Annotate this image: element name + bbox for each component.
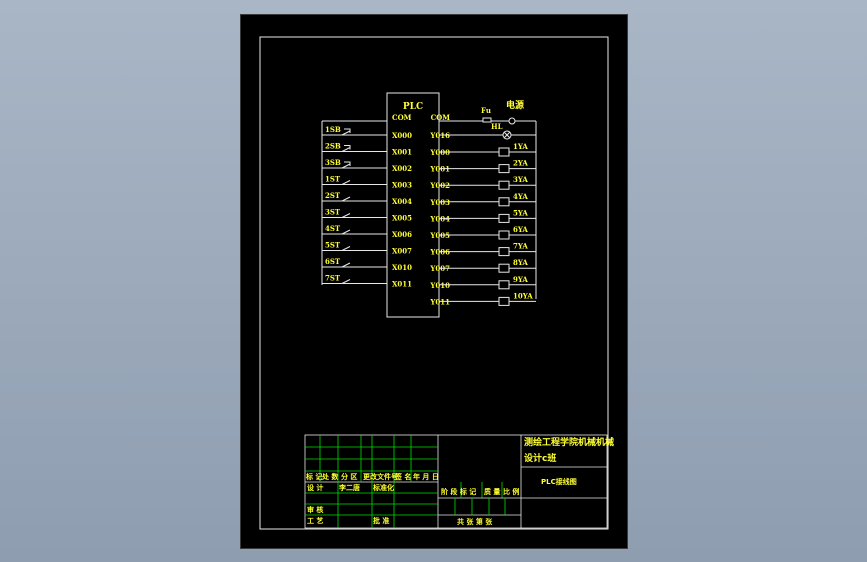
title-block: 测绘工程学院机械机械 设计c班 PLC接线图 标 记 处 数 分 区 更改文件号… [304,434,614,529]
fuse-label: Fu [481,106,491,115]
output-device-label: 1YA [513,142,528,151]
process-label: 工 艺 [307,516,323,525]
output-device-label: 5YA [513,208,528,217]
output-row: 9YA [439,275,536,290]
output-row: 4YA [439,192,536,207]
input-terminal-label: X001 [392,148,412,157]
sheet-info: 共 张 第 张 [457,517,493,526]
design-value: 李二唐 [338,483,360,492]
output-row: 7YA [439,242,536,257]
header-zone: 分 区 [341,472,357,481]
output-row: 8YA [439,258,536,273]
output-device-label: 10YA [513,291,533,300]
input-row: 5ST [322,241,387,251]
solenoid-coil [498,213,510,223]
output-device-label: 6YA [513,225,528,234]
power-label: 电源 [506,99,524,111]
input-terminal-label: X002 [392,164,412,173]
input-terminal-label: X005 [392,214,412,223]
scale-label: 比 例 [503,487,519,496]
solenoid-coil [498,147,510,157]
input-terminal-label: X006 [392,230,412,239]
solenoid-coil [498,164,510,174]
output-device-label: 7YA [513,242,528,251]
input-terminal-label: X004 [392,197,412,206]
title-school: 测绘工程学院机械机械 [524,436,614,448]
header-date: 年 月 日 [413,472,439,481]
input-row: 3SB [322,158,387,169]
solenoid-coil [498,197,510,207]
stage-label: 阶 段 标 记 [441,487,476,496]
input-row: 2ST [322,191,387,202]
input-row: 3ST [322,208,387,218]
plc-input-com: COM [392,113,412,122]
solenoid-coil [498,263,510,273]
solenoid-coil [498,180,510,190]
output-wiring: Fu 电源 HL 1YA 2YA 3YA 4YA 5YA 6YA 7YA 8YA 9YA 10YA [439,99,537,306]
header-count: 处 数 [321,472,339,481]
input-row: 4ST [322,224,387,235]
input-device-label: 3ST [325,208,341,217]
input-device-label: 4ST [325,224,341,233]
output-device-label: 3YA [513,175,528,184]
solenoid-coil [498,247,510,257]
input-device-label: 7ST [325,274,341,283]
design-label: 设 计 [307,483,323,492]
power-terminal [508,117,516,125]
input-terminal-label: X011 [392,280,412,289]
wiring-diagram: 1SB2SB3SB1ST2ST3ST4ST5ST6ST7ST PLC COM C… [259,36,614,530]
input-device-label: 1ST [325,175,341,184]
input-device-label: 3SB [325,158,341,167]
title-course: 设计c班 [524,452,556,464]
output-device-label: 2YA [513,159,528,168]
output-row: 6YA [439,225,536,240]
input-wiring: 1SB 2SB 3SB 1ST 2ST 3ST 4ST 5ST 6ST 7ST [321,120,387,285]
solenoid-coil [498,296,510,306]
header-sign: 签 名 [394,472,411,481]
input-terminal-label: X003 [392,181,412,190]
output-terminal-label: Y007 [429,264,450,273]
approve-label: 批 准 [373,516,389,525]
output-row: 1YA [439,142,536,157]
review-label: 审 核 [307,505,323,514]
input-device-label: 2ST [325,191,341,200]
drawing-sheet: 1SB 2SB 3SB 1ST 2ST 3ST 4ST 5ST 6ST 7ST PLC COM C… [240,14,628,549]
input-device-label: 2SB [325,142,341,151]
solenoid-coil [498,280,510,290]
input-row: 2SB [322,142,387,152]
output-row: 3YA [439,175,536,190]
output-row: 2YA [439,159,536,174]
header-change-doc: 更改文件号 [363,472,398,481]
title-drawing-name: PLC接线图 [541,477,577,486]
input-row: 1ST [322,175,387,185]
output-row: 5YA [439,208,536,223]
standard-label: 标准化 [372,483,394,492]
output-device-label: 4YA [513,192,528,201]
output-row: 10YA [439,291,536,306]
fuse-symbol [482,117,492,123]
input-device-label: 5ST [325,241,341,250]
input-row: 1SB [322,125,387,136]
header-mark: 标 记 [305,472,322,481]
input-device-label: 1SB [325,125,341,134]
plc-label: PLC [403,102,423,112]
input-terminal-label: X000 [392,131,412,140]
lamp-label: HL [491,122,503,131]
input-terminal-label: X010 [392,263,412,272]
input-terminal-label: X007 [392,247,412,256]
output-device-label: 8YA [513,258,528,267]
output-device-label: 9YA [513,275,528,284]
input-row: 6ST [322,257,387,268]
input-row: 7ST [322,274,387,284]
solenoid-coil [498,230,510,240]
mass-label: 质 量 [484,487,500,496]
input-device-label: 6ST [325,257,341,266]
